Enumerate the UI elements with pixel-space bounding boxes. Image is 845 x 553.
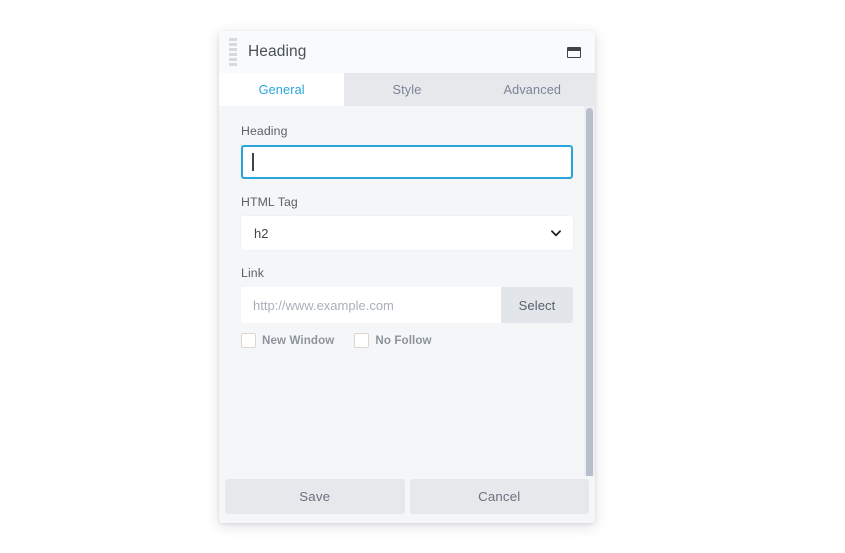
panel-header-actions: [567, 46, 581, 58]
html-tag-field-group: HTML Tag h2: [241, 195, 573, 250]
no-follow-checkbox[interactable]: [354, 333, 370, 348]
panel-header: Heading: [219, 31, 595, 73]
link-input[interactable]: [241, 287, 501, 323]
no-follow-label: No Follow: [375, 334, 432, 347]
link-field-group: Link Select New Window No Follow: [241, 266, 573, 348]
link-options: New Window No Follow: [241, 333, 573, 348]
html-tag-field-label: HTML Tag: [241, 195, 298, 209]
panel-content-area: Heading HTML Tag h2 Link http://www.exam…: [219, 106, 595, 476]
content-scrollbar-track[interactable]: [584, 106, 595, 476]
tab-general[interactable]: General: [219, 73, 345, 106]
window-panel-icon[interactable]: [567, 46, 581, 58]
heading-field-group: Heading: [241, 124, 573, 179]
save-button[interactable]: Save: [225, 479, 405, 514]
panel-title: Heading: [248, 43, 307, 60]
link-field-label: Link: [241, 266, 264, 280]
no-follow-checkbox-row[interactable]: No Follow: [354, 333, 432, 348]
heading-input[interactable]: [241, 145, 573, 179]
panel-footer: Save Cancel: [219, 476, 595, 523]
new-window-checkbox-row[interactable]: New Window: [241, 333, 334, 348]
tab-bar: General Style Advanced: [219, 73, 595, 106]
heading-input-wrapper: [241, 145, 573, 179]
general-tab-content: Heading HTML Tag h2 Link http://www.exam…: [219, 106, 595, 476]
link-select-button[interactable]: Select: [501, 287, 573, 323]
link-input-row: Select: [241, 287, 573, 323]
tab-advanced[interactable]: Advanced: [470, 73, 595, 106]
drag-handle-icon[interactable]: [224, 35, 242, 69]
text-caret: [252, 153, 254, 171]
html-tag-select-wrapper: h2: [241, 216, 573, 250]
new-window-checkbox[interactable]: [241, 333, 256, 348]
cancel-button[interactable]: Cancel: [409, 479, 589, 514]
heading-field-label: Heading: [241, 124, 288, 138]
html-tag-select[interactable]: h2: [241, 216, 573, 250]
new-window-label: New Window: [262, 334, 335, 347]
heading-settings-panel: Heading General Style Advanced Heading H…: [219, 31, 595, 523]
content-scrollbar-thumb[interactable]: [586, 108, 593, 476]
tab-style[interactable]: Style: [344, 73, 469, 106]
